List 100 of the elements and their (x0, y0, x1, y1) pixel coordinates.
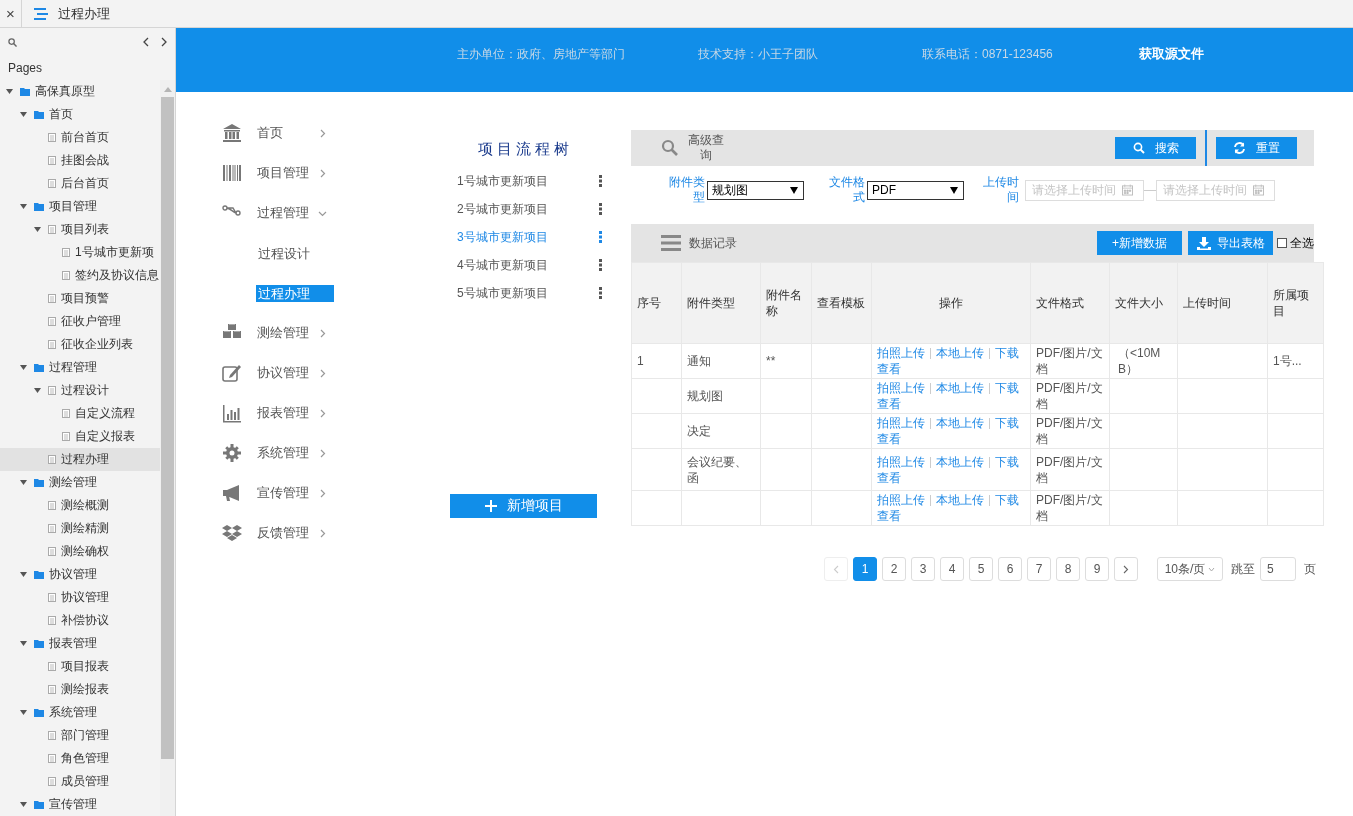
action-link[interactable]: 查看 (877, 397, 901, 411)
page-tree-item[interactable]: 宣传管理 (0, 793, 160, 816)
page-button[interactable]: 3 (911, 557, 935, 581)
page-button[interactable]: 7 (1027, 557, 1051, 581)
action-link[interactable]: 查看 (877, 432, 901, 446)
action-link[interactable]: 拍照上传 (877, 346, 925, 360)
page-icon (48, 754, 56, 763)
close-button[interactable]: × (0, 0, 22, 27)
column-header: 附件名称 (760, 262, 812, 344)
page-tree-item[interactable]: 项目预警 (0, 287, 160, 310)
folder-icon (34, 202, 44, 211)
page-tree-item[interactable]: 补偿协议 (0, 609, 160, 632)
select-field[interactable]: 规划图 (707, 180, 804, 200)
nav-item[interactable]: 过程管理 (222, 193, 450, 233)
page-tree-item[interactable]: 测绘报表 (0, 678, 160, 701)
action-link[interactable]: 本地上传 (936, 416, 984, 430)
action-link[interactable]: 下载 (995, 346, 1019, 360)
page-tree-item[interactable]: 系统管理 (0, 701, 160, 724)
column-header: 操作 (871, 262, 1031, 344)
action-link[interactable]: 本地上传 (936, 381, 984, 395)
page-tree-item[interactable]: 测绘确权 (0, 540, 160, 563)
nav-item[interactable]: 系统管理 (222, 433, 450, 473)
page-icon (48, 386, 56, 395)
action-link[interactable]: 拍照上传 (877, 493, 925, 507)
page-tree-item[interactable]: 测绘概测 (0, 494, 160, 517)
page-tree-item[interactable]: 高保真原型 (0, 80, 160, 103)
action-link[interactable]: 拍照上传 (877, 381, 925, 395)
page-button[interactable]: 8 (1056, 557, 1080, 581)
action-link[interactable]: 查看 (877, 470, 901, 485)
page-size-select[interactable]: 10条/页 (1157, 557, 1223, 581)
page-tree-item[interactable]: 挂图会战 (0, 149, 160, 172)
nav-item[interactable]: 协议管理 (222, 353, 450, 393)
project-item[interactable]: 3号城市更新项目 (457, 228, 548, 246)
action-link[interactable]: 本地上传 (936, 493, 984, 507)
page-tree-item[interactable]: 1号城市更新项 (0, 241, 160, 264)
page-tree-item[interactable]: 征收户管理 (0, 310, 160, 333)
header-info: 联系电话：0871-123456 (922, 45, 1054, 63)
action-link[interactable]: 下载 (995, 416, 1019, 430)
action-link[interactable]: 下载 (995, 381, 1019, 395)
page-button[interactable]: 6 (998, 557, 1022, 581)
nav-item[interactable]: 首页 (222, 113, 450, 153)
dropdown-arrow-icon (790, 186, 798, 194)
project-item[interactable]: 2号城市更新项目 (457, 200, 548, 218)
page-tree-item[interactable]: 测绘管理 (0, 471, 160, 494)
checkbox[interactable] (1277, 238, 1287, 248)
page-icon (48, 777, 56, 786)
page-tree-item[interactable]: 过程办理 (0, 448, 160, 471)
more-icon (599, 203, 602, 215)
action-link[interactable]: 查看 (877, 509, 901, 523)
page-icon (48, 501, 56, 510)
page-tree-item[interactable]: 征收企业列表 (0, 333, 160, 356)
page-tree-item[interactable]: 项目报表 (0, 655, 160, 678)
page-jump-field[interactable]: 5 (1260, 557, 1296, 581)
action-link[interactable]: 拍照上传 (877, 454, 925, 469)
nav-item[interactable]: 测绘管理 (222, 313, 450, 353)
page-tree-item[interactable]: 过程管理 (0, 356, 160, 379)
page-tree-item[interactable]: 协议管理 (0, 563, 160, 586)
action-link[interactable]: 本地上传 (936, 346, 984, 360)
page-button[interactable]: 2 (882, 557, 906, 581)
action-link[interactable]: 拍照上传 (877, 416, 925, 430)
project-item[interactable]: 4号城市更新项目 (457, 256, 548, 274)
page-button[interactable]: 4 (940, 557, 964, 581)
table-cell: ** (760, 343, 812, 379)
page-tree-item[interactable]: 部门管理 (0, 724, 160, 747)
page-tree-item[interactable]: 自定义报表 (0, 425, 160, 448)
page-tree-item[interactable]: 首页 (0, 103, 160, 126)
calendar-icon (1253, 184, 1264, 196)
table-cell: PDF/图片/文档 (1030, 448, 1110, 491)
nav-item[interactable]: 宣传管理 (222, 473, 450, 513)
action-link[interactable]: 查看 (877, 362, 901, 376)
select-field[interactable]: PDF (867, 180, 964, 200)
table-cell: 通知 (681, 343, 761, 379)
page-tree-item[interactable]: 后台首页 (0, 172, 160, 195)
action-link[interactable]: 本地上传 (936, 454, 984, 469)
page-tree-item[interactable]: 签约及协议信息 (0, 264, 160, 287)
page-button[interactable]: 5 (969, 557, 993, 581)
nav-subitem[interactable]: 过程设计 (256, 244, 334, 262)
list-icon (661, 235, 681, 251)
nav-item[interactable]: 反馈管理 (222, 513, 450, 553)
scroll-up-arrow-icon[interactable] (163, 87, 172, 92)
page-tree-item[interactable]: 项目列表 (0, 218, 160, 241)
action-link[interactable]: 下载 (995, 493, 1019, 507)
page-tree-item[interactable]: 测绘精测 (0, 517, 160, 540)
page-tree-item[interactable]: 自定义流程 (0, 402, 160, 425)
page-button[interactable]: 9 (1085, 557, 1109, 581)
scrollbar-thumb[interactable] (161, 97, 174, 759)
page-tree-item[interactable]: 报表管理 (0, 632, 160, 655)
page-tree-item[interactable]: 过程设计 (0, 379, 160, 402)
page-tree-item[interactable]: 协议管理 (0, 586, 160, 609)
action-link[interactable]: 下载 (995, 454, 1019, 469)
nav-item[interactable]: 项目管理 (222, 153, 450, 193)
page-tree-item[interactable]: 项目管理 (0, 195, 160, 218)
page-tree-item[interactable]: 前台首页 (0, 126, 160, 149)
table-cell: 会议纪要、函 (681, 448, 761, 491)
next-page-button[interactable] (1114, 557, 1138, 581)
page-tree-item[interactable]: 角色管理 (0, 747, 160, 770)
project-item[interactable]: 1号城市更新项目 (457, 172, 548, 190)
project-item[interactable]: 5号城市更新项目 (457, 284, 548, 302)
page-tree-item[interactable]: 成员管理 (0, 770, 160, 793)
nav-item[interactable]: 报表管理 (222, 393, 450, 433)
